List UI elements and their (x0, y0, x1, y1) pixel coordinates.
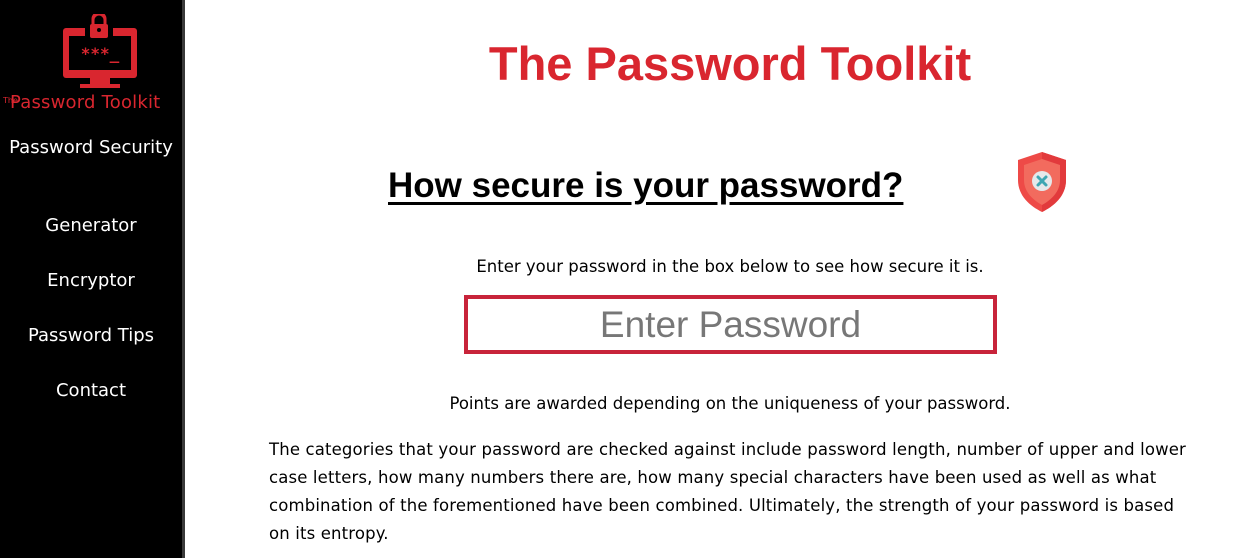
nav-item-password-security[interactable]: Password Security (0, 136, 182, 201)
logo-name-text: Password Toolkit (10, 92, 161, 113)
page-title: The Password Toolkit (188, 36, 1243, 91)
points-description: Points are awarded depending on the uniq… (449, 394, 1011, 413)
logo[interactable]: ***_ The Password Toolkit (0, 10, 185, 114)
nav-item-contact[interactable]: Contact (0, 379, 182, 434)
heading-row: How secure is your password? (188, 152, 1243, 223)
nav-menu: Password Security Generator Encryptor Pa… (0, 136, 182, 434)
shield-x-icon (1018, 152, 1066, 212)
page-title-text[interactable]: The Password Toolkit (489, 36, 971, 91)
computer-lock-icon: ***_ (63, 14, 137, 88)
nav-item-password-tips[interactable]: Password Tips (0, 324, 182, 379)
section-heading: How secure is your password? (388, 166, 904, 205)
nav-item-encryptor[interactable]: Encryptor (0, 269, 182, 324)
password-input[interactable] (464, 295, 997, 354)
logo-screen-text: ***_ (81, 44, 120, 63)
categories-description: The categories that your password are ch… (269, 440, 1186, 543)
main-content: The Password Toolkit How secure is your … (188, 0, 1243, 558)
sidebar: ***_ The Password Toolkit Password Secur… (0, 0, 185, 558)
nav-item-generator[interactable]: Generator (0, 214, 182, 269)
instruction-text: Enter your password in the box below to … (476, 257, 984, 276)
